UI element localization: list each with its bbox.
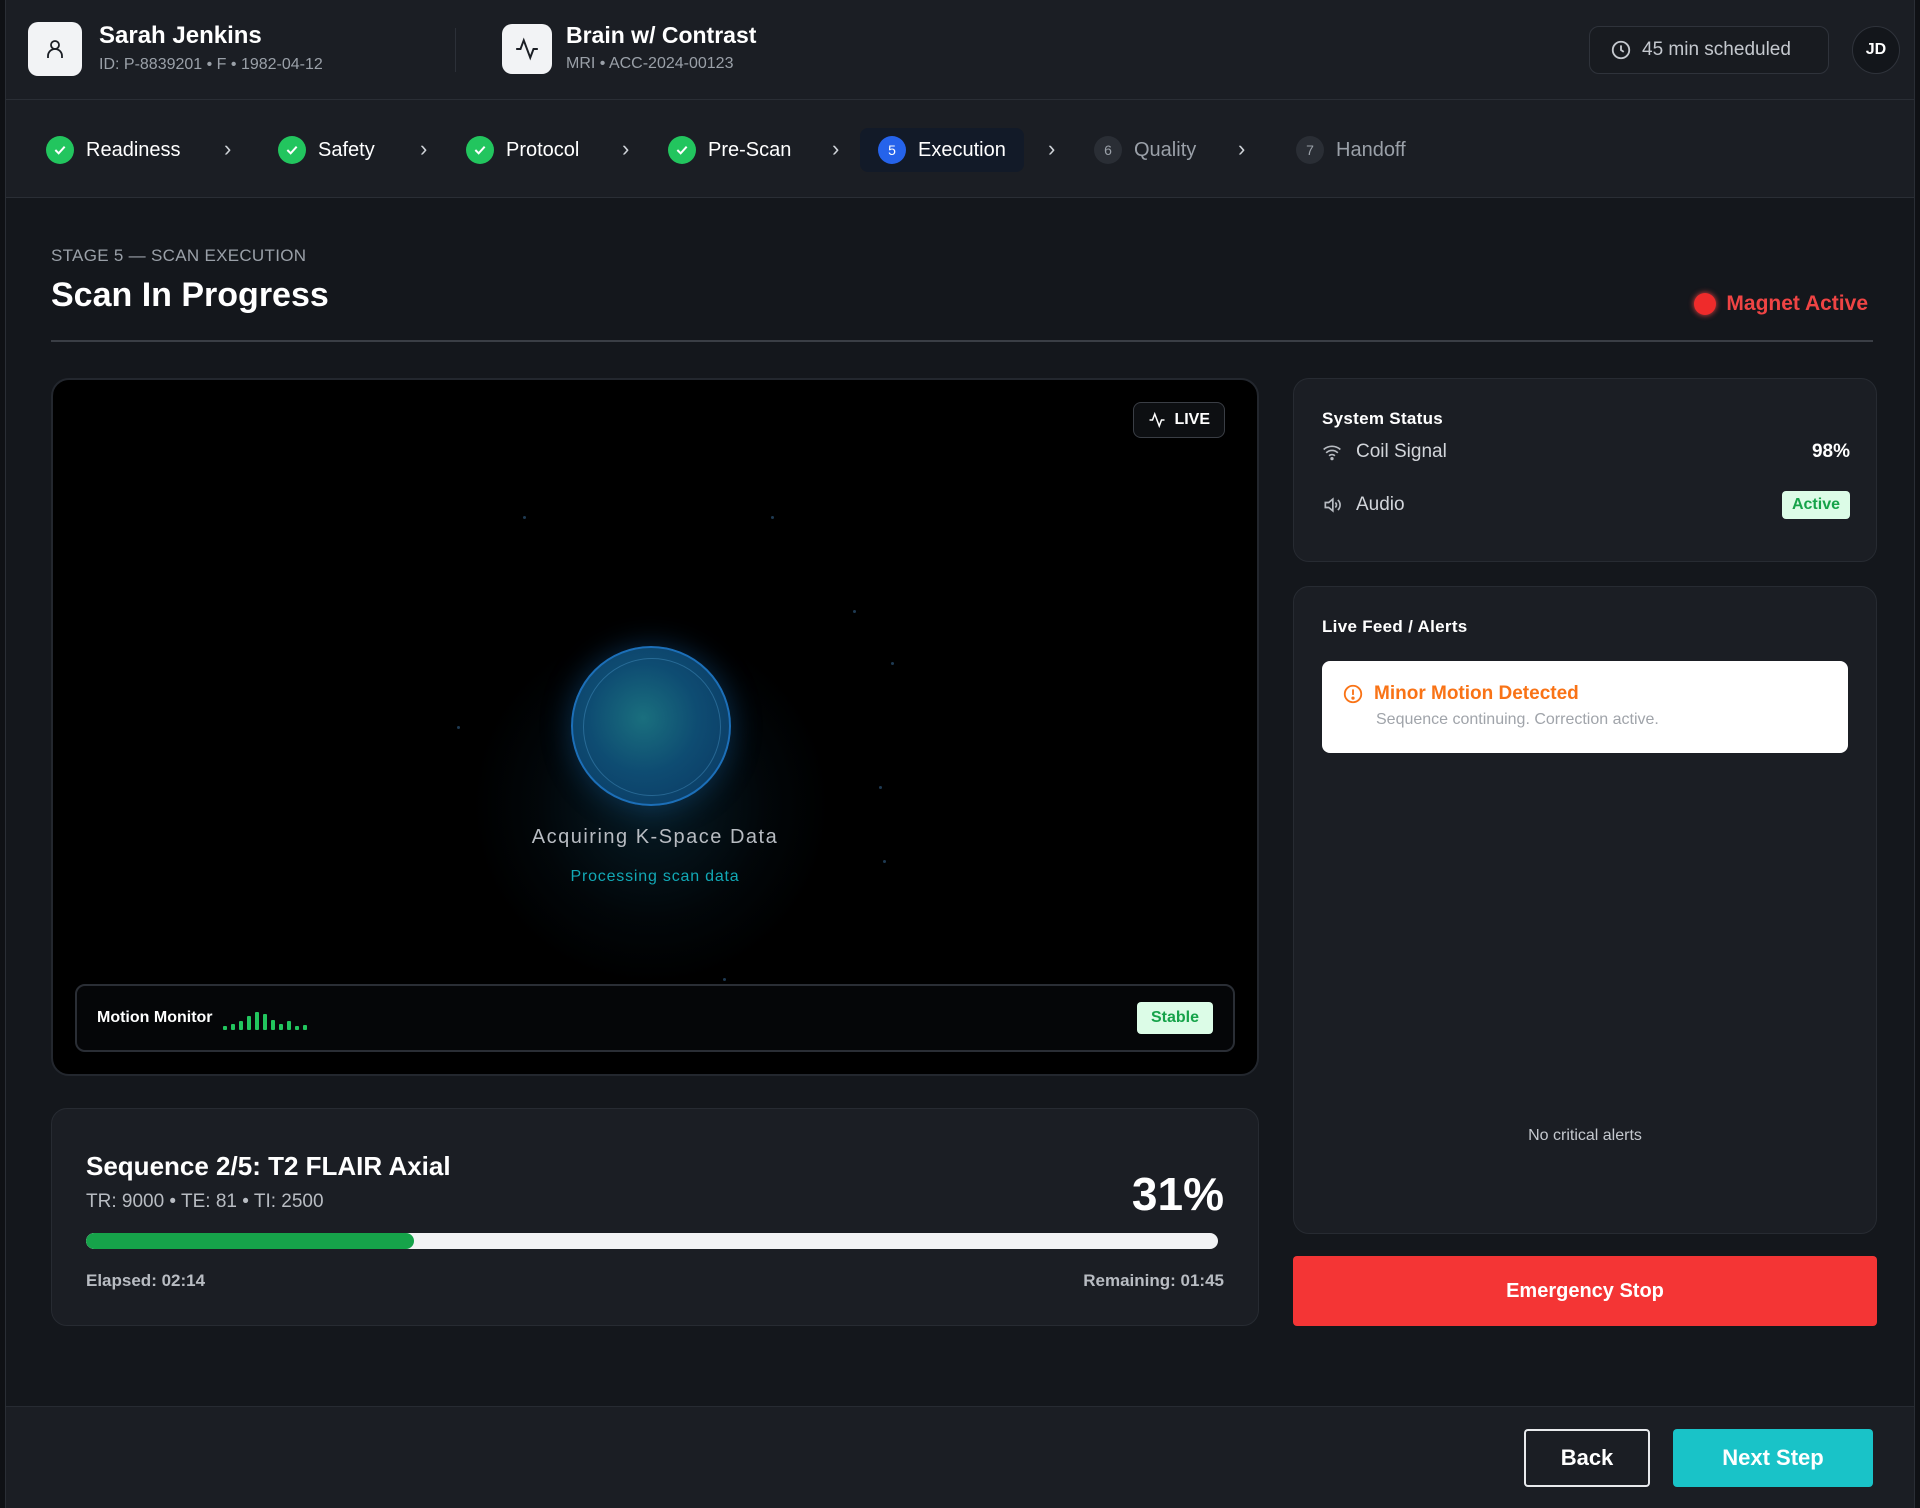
schedule-text: 45 min scheduled <box>1642 39 1791 60</box>
speaker-icon <box>1322 495 1346 515</box>
particle <box>457 726 460 729</box>
magnet-status: Magnet Active <box>1694 292 1868 316</box>
motion-waveform <box>222 1006 307 1030</box>
progress-fill <box>86 1233 415 1249</box>
step-number: 7 <box>1296 136 1324 164</box>
alert-item[interactable]: Minor Motion Detected Sequence continuin… <box>1322 661 1848 753</box>
alert-description: Sequence continuing. Correction active. <box>1376 711 1659 728</box>
check-icon <box>46 136 74 164</box>
particle <box>771 516 774 519</box>
live-badge: LIVE <box>1133 402 1225 438</box>
page-title: Scan In Progress <box>51 276 329 314</box>
app-frame: Sarah Jenkins ID: P-8839201 • F • 1982-0… <box>5 0 1915 1508</box>
step-number: 6 <box>1094 136 1122 164</box>
status-dot-icon <box>1694 293 1717 315</box>
step-label: Execution <box>918 138 1006 161</box>
emergency-stop-button[interactable]: Emergency Stop <box>1293 1256 1877 1326</box>
step-label: Readiness <box>86 138 181 161</box>
check-icon <box>278 136 306 164</box>
progress-bar <box>86 1233 1218 1249</box>
top-bar: Sarah Jenkins ID: P-8839201 • F • 1982-0… <box>6 0 1914 100</box>
wifi-icon <box>1322 442 1346 462</box>
acquisition-orb <box>571 646 731 806</box>
card-title: Live Feed / Alerts <box>1322 617 1468 636</box>
empty-state: No critical alerts <box>1528 1127 1642 1144</box>
remaining-time: Remaining: 01:45 <box>1083 1271 1224 1290</box>
patient-avatar <box>28 22 82 76</box>
check-icon <box>668 136 696 164</box>
step-safety[interactable]: Safety <box>278 128 375 172</box>
back-button[interactable]: Back <box>1524 1429 1650 1487</box>
alert-title: Minor Motion Detected <box>1342 683 1848 705</box>
coil-signal-row: Coil Signal 98% <box>1322 441 1850 463</box>
card-title: System Status <box>1322 409 1444 428</box>
activity-icon <box>516 37 538 61</box>
sequence-percent: 31% <box>1131 1168 1224 1220</box>
chevron-right-icon: › <box>1238 136 1246 161</box>
step-number: 5 <box>878 136 906 164</box>
sequence-card: Sequence 2/5: T2 FLAIR Axial TR: 9000 • … <box>51 1108 1259 1326</box>
coil-signal-value: 98% <box>1811 441 1850 462</box>
motion-monitor: Motion Monitor Stable <box>75 984 1235 1052</box>
alert-circle-icon <box>1343 684 1363 704</box>
exam-meta: MRI • ACC-2024-00123 <box>566 55 734 72</box>
patient-meta: ID: P-8839201 • F • 1982-04-12 <box>99 56 323 73</box>
step-pre-scan[interactable]: Pre-Scan <box>668 128 791 172</box>
user-icon <box>47 40 63 58</box>
system-status-card: System Status Coil Signal 98% Audio Acti… <box>1293 378 1877 562</box>
activity-icon <box>1149 411 1165 429</box>
acquiring-text: Acquiring K-Space Data <box>531 826 779 848</box>
motion-monitor-label: Motion Monitor <box>97 1009 213 1026</box>
next-step-button[interactable]: Next Step <box>1673 1429 1873 1487</box>
chevron-right-icon: › <box>622 136 630 161</box>
elapsed-time: Elapsed: 02:14 <box>86 1271 206 1290</box>
exam-name: Brain w/ Contrast <box>566 22 757 48</box>
step-label: Pre-Scan <box>708 138 792 161</box>
chevron-right-icon: › <box>832 136 840 161</box>
check-icon <box>466 136 494 164</box>
schedule-pill: 45 min scheduled <box>1589 26 1829 74</box>
particle <box>853 610 856 613</box>
user-avatar[interactable]: JD <box>1852 26 1900 74</box>
alert-title-text: Minor Motion Detected <box>1374 683 1579 704</box>
particle <box>879 786 882 789</box>
step-label: Safety <box>318 138 375 161</box>
step-label: Protocol <box>506 138 580 161</box>
scan-viewer: LIVE Acquiring K-Space Data Processing s… <box>51 378 1259 1076</box>
particle <box>723 978 726 981</box>
footer: Back Next Step <box>6 1406 1914 1508</box>
chevron-right-icon: › <box>420 136 428 161</box>
step-handoff[interactable]: 7 Handoff <box>1296 128 1406 172</box>
header-divider <box>455 28 456 72</box>
patient-name: Sarah Jenkins <box>99 22 262 49</box>
magnet-status-label: Magnet Active <box>1726 292 1868 315</box>
clock-icon <box>1611 40 1631 60</box>
coil-signal-label: Coil Signal <box>1356 441 1447 462</box>
live-label: LIVE <box>1174 411 1210 428</box>
step-execution[interactable]: 5 Execution <box>860 128 1024 172</box>
live-feed-card: Live Feed / Alerts Minor Motion Detected… <box>1293 586 1877 1234</box>
step-label: Handoff <box>1336 138 1406 161</box>
stage-kicker: STAGE 5 — SCAN EXECUTION <box>51 246 307 265</box>
chevron-right-icon: › <box>1048 136 1056 161</box>
sequence-title: Sequence 2/5: T2 FLAIR Axial <box>86 1151 451 1181</box>
divider <box>51 340 1873 342</box>
audio-label: Audio <box>1356 494 1405 515</box>
particle <box>891 662 894 665</box>
sequence-params: TR: 9000 • TE: 81 • TI: 2500 <box>86 1191 324 1212</box>
step-protocol[interactable]: Protocol <box>466 128 579 172</box>
particle <box>523 516 526 519</box>
step-readiness[interactable]: Readiness <box>46 128 181 172</box>
exam-icon-box <box>502 24 552 74</box>
workflow-steps: Readiness › Safety › Protocol › Pre-Scan… <box>6 100 1914 198</box>
status-badge: Active <box>1781 491 1850 519</box>
step-quality[interactable]: 6 Quality <box>1094 128 1196 172</box>
audio-row: Audio Active <box>1322 491 1850 519</box>
status-badge: Stable <box>1136 1002 1213 1034</box>
processing-text: Processing scan data <box>570 868 740 885</box>
step-label: Quality <box>1134 138 1197 161</box>
chevron-right-icon: › <box>224 136 232 161</box>
particle <box>883 860 886 863</box>
